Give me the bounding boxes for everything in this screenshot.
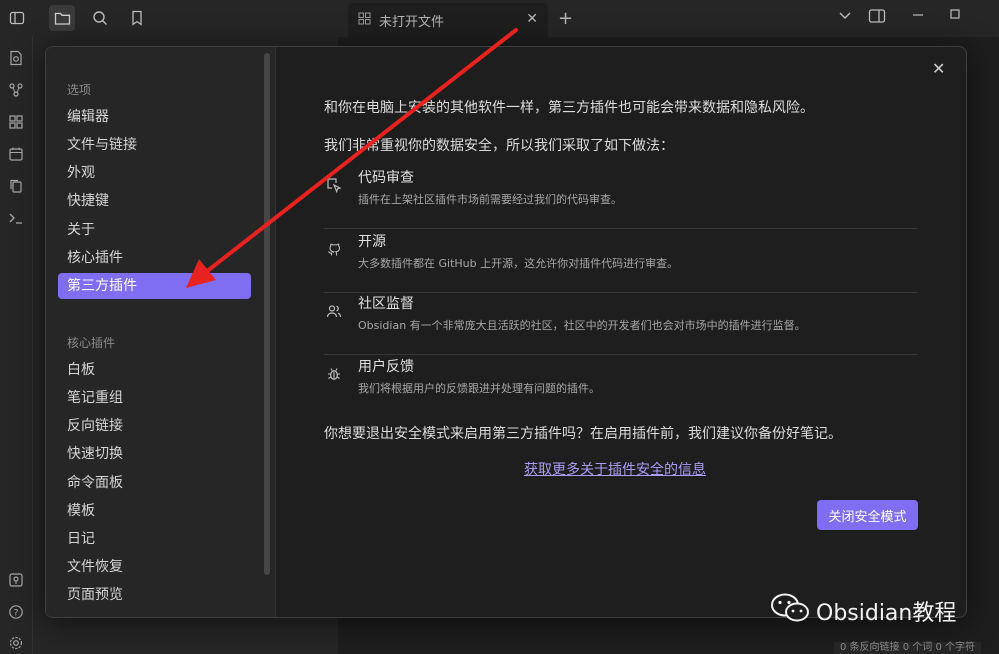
feature-desc: 我们将根据用户的反馈跟进并处理有问题的插件。 [358,382,600,395]
sidebar-toggle-icon[interactable] [4,5,30,31]
feature-code-review: 代码审查 插件在上架社区插件市场前需要经过我们的代码审查。 [324,167,918,229]
tab-empty[interactable]: 未打开文件 ✕ [348,3,548,37]
turn-off-safe-mode-button[interactable]: 关闭安全模式 [817,500,918,530]
users-icon [324,301,344,321]
settings-gear-icon[interactable] [4,631,28,654]
feature-desc: 大多数插件都在 GitHub 上开源，这允许你对插件代码进行审查。 [358,257,679,270]
sidebar-item-quick-switcher[interactable]: 快速切换 [58,441,251,467]
copy-icon[interactable] [4,174,28,198]
right-sidebar-toggle-icon[interactable] [868,8,886,28]
open-quick-switcher-icon[interactable] [4,46,28,70]
feature-feedback: 用户反馈 我们将根据用户的反馈跟进并处理有问题的插件。 [324,356,918,418]
feature-title: 代码审查 [358,170,414,186]
question-text: 你想要退出安全模式来启用第三方插件吗？在启用插件前，我们建议你备份好笔记。 [324,426,842,442]
svg-text:?: ? [14,609,19,619]
sidebar-item-community-plugins[interactable]: 第三方插件 [58,273,251,299]
close-icon[interactable]: ✕ [932,59,945,78]
vault-icon[interactable] [4,568,28,592]
sidebar-item-hotkeys[interactable]: 快捷键 [58,188,251,214]
github-icon [324,239,344,259]
plugin-security-link[interactable]: 获取更多关于插件安全的信息 [524,459,706,479]
options-heading: 选项 [67,83,92,97]
feature-title: 开源 [358,234,386,250]
feature-title: 用户反馈 [358,359,414,375]
chevron-down-icon[interactable] [838,8,852,26]
sidebar-item-command-palette[interactable]: 命令面板 [58,470,251,496]
terminal-icon[interactable] [4,206,28,230]
canvas-icon[interactable] [4,110,28,134]
feature-open-source: 开源 大多数插件都在 GitHub 上开源，这允许你对插件代码进行审查。 [324,231,918,293]
grid-icon [358,12,371,29]
measures-intro-text: 我们非常重视你的数据安全，所以我们采取了如下做法： [324,138,674,154]
sidebar-item-editor[interactable]: 编辑器 [58,104,251,130]
watermark-text: Obsidian教程 [816,601,957,626]
feature-community: 社区监督 Obsidian 有一个非常庞大且活跃的社区，社区中的开发者们也会对市… [324,293,918,355]
graph-view-icon[interactable] [4,78,28,102]
title-bar: 未打开文件 ✕ + [0,0,999,37]
calendar-icon[interactable] [4,142,28,166]
sidebar-item-daily-notes[interactable]: 日记 [58,526,251,552]
sidebar-item-backlinks[interactable]: 反向链接 [58,413,251,439]
settings-modal: 选项 编辑器 文件与链接 外观 快捷键 关于 核心插件 第三方插件 核心插件 白… [45,46,967,618]
settings-sidebar: 选项 编辑器 文件与链接 外观 快捷键 关于 核心插件 第三方插件 核心插件 白… [46,47,276,617]
sidebar-item-file-recovery[interactable]: 文件恢复 [58,554,251,580]
sidebar-item-note-composer[interactable]: 笔记重组 [58,385,251,411]
minimize-icon[interactable] [912,8,924,24]
feature-desc: Obsidian 有一个非常庞大且活跃的社区，社区中的开发者们也会对市场中的插件… [358,319,806,332]
feature-desc: 插件在上架社区插件市场前需要经过我们的代码审查。 [358,193,622,206]
search-icon[interactable] [87,5,113,31]
sidebar-item-files-links[interactable]: 文件与链接 [58,132,251,158]
feature-title: 社区监督 [358,296,414,312]
code-review-icon [324,175,344,195]
status-bar: 0 条反向链接 0 个词 0 个字符 [834,642,981,654]
bug-icon [324,364,344,384]
core-plugins-heading: 核心插件 [67,336,116,350]
folder-icon[interactable] [49,5,75,31]
tab-title: 未打开文件 [379,14,445,30]
watermark: Obsidian教程 [770,592,956,630]
intro-text: 和你在电脑上安装的其他软件一样，第三方插件也可能会带来数据和隐私风险。 [324,100,814,116]
help-icon[interactable]: ? [4,600,28,624]
sidebar-item-core-plugins[interactable]: 核心插件 [58,245,251,271]
sidebar-item-appearance[interactable]: 外观 [58,160,251,186]
maximize-icon[interactable] [949,8,961,24]
left-ribbon: ? [0,37,33,654]
sidebar-item-about[interactable]: 关于 [58,217,251,243]
bookmark-icon[interactable] [124,5,150,31]
new-tab-icon[interactable]: + [558,8,573,29]
wechat-icon [770,592,810,630]
sidebar-item-templates[interactable]: 模板 [58,498,251,524]
sidebar-item-canvas[interactable]: 白板 [58,357,251,383]
sidebar-scrollbar[interactable] [264,53,270,575]
sidebar-item-page-preview[interactable]: 页面预览 [58,582,251,608]
close-tab-icon[interactable]: ✕ [526,11,538,27]
